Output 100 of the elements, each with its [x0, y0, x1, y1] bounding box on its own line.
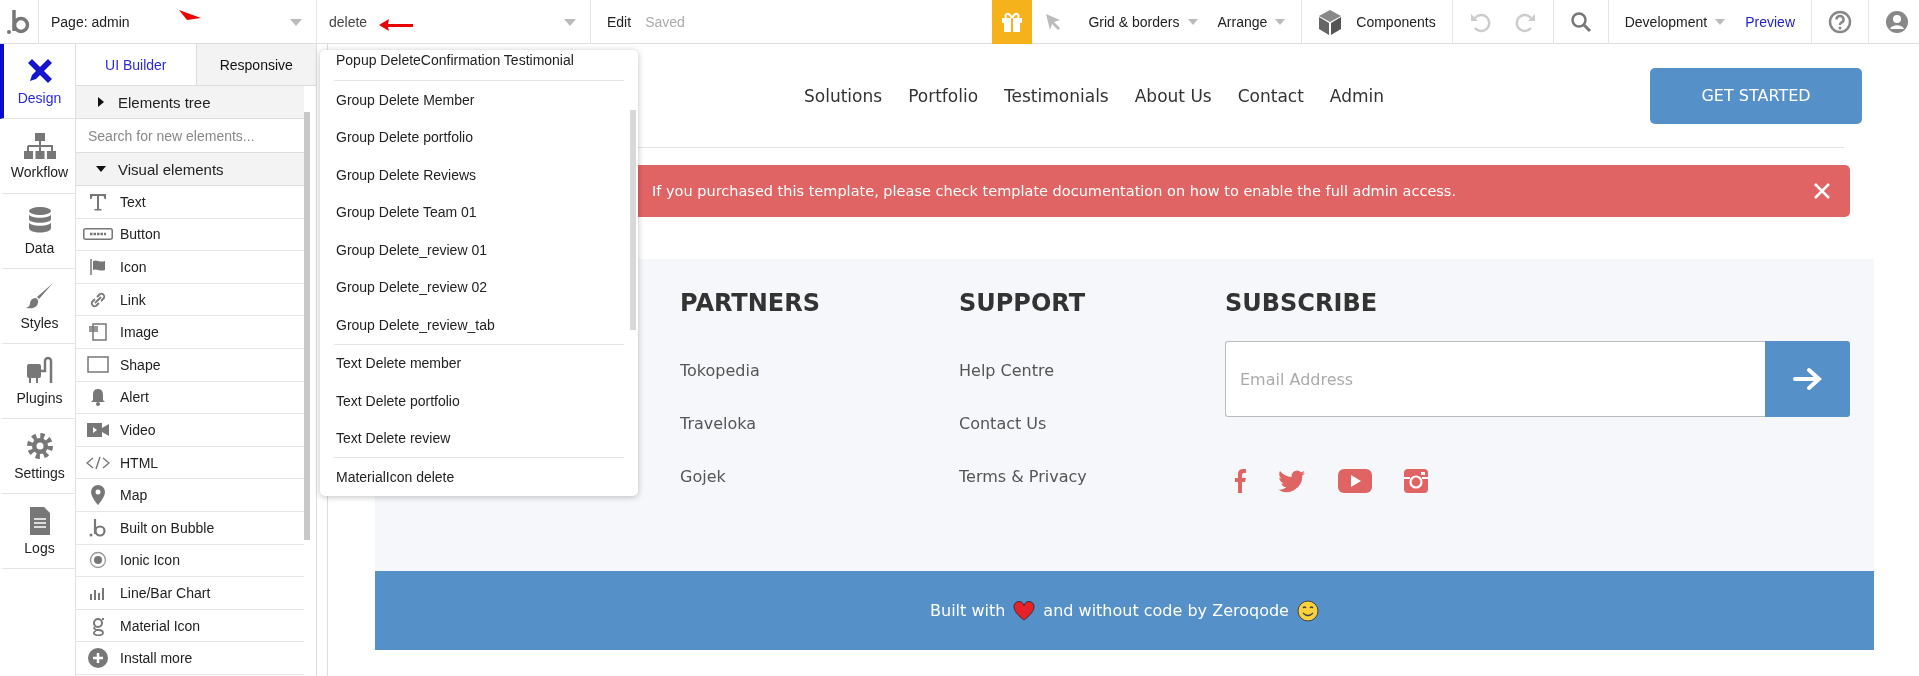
user-avatar-icon[interactable]	[1885, 9, 1909, 34]
bell-icon	[89, 388, 107, 407]
sidebar-tab[interactable]: Plugins	[0, 344, 75, 419]
mode-menu[interactable]: Development	[1614, 0, 1736, 44]
facebook-icon[interactable]	[1234, 469, 1246, 493]
email-field[interactable]: Email Address	[1225, 341, 1765, 417]
plus-circle-icon	[88, 648, 108, 669]
scrollbar-thumb[interactable]	[304, 112, 310, 540]
flag-icon	[89, 258, 107, 276]
sidebar-tab[interactable]: Styles	[0, 269, 75, 344]
caret-icon	[1187, 18, 1198, 25]
footer-link[interactable]: Help Centre	[959, 361, 1225, 414]
element-item[interactable]: Map	[76, 479, 304, 512]
element-item[interactable]: Text	[76, 186, 304, 219]
search-result-item[interactable]: Group Delete Member	[334, 81, 624, 119]
footer-heading: SUPPORT	[959, 289, 1087, 319]
credits-text: Built with	[930, 601, 1006, 620]
nav-link[interactable]: Contact	[1237, 85, 1304, 106]
bar-chart-icon	[90, 585, 106, 600]
search-result-item[interactable]: Popup DeleteConfirmation Testimonial	[334, 50, 624, 80]
search-result-item[interactable]: Group Delete_review 02	[334, 268, 624, 306]
button-icon	[83, 228, 113, 241]
element-item[interactable]: Built on Bubble	[76, 511, 304, 545]
nav-link[interactable]: Portfolio	[908, 85, 979, 106]
serif-t-icon	[89, 192, 107, 211]
element-item[interactable]: Ionic Icon	[76, 544, 304, 578]
heart-icon	[1013, 600, 1036, 621]
search-result-item[interactable]: MaterialIcon delete	[334, 458, 624, 496]
target-icon	[89, 551, 107, 570]
preview-link[interactable]: Preview	[1735, 0, 1805, 44]
cube-icon[interactable]	[1318, 8, 1343, 35]
sidebar-tab[interactable]: Data	[0, 194, 75, 269]
nav-link[interactable]: Testimonials	[1004, 85, 1109, 106]
element-item[interactable]: Icon	[76, 251, 304, 284]
annotation-arrow	[379, 18, 413, 31]
components-button[interactable]: Components	[1346, 0, 1446, 44]
save-status: Saved	[645, 13, 685, 30]
submit-button[interactable]	[1765, 341, 1850, 417]
play-button-icon[interactable]	[1338, 469, 1372, 493]
search-result-item[interactable]: Text Delete review	[334, 419, 624, 457]
map-pin-icon	[91, 485, 105, 506]
sidebar-tab[interactable]: Settings	[0, 419, 75, 494]
footer-link[interactable]: Traveloka	[680, 414, 959, 467]
search-result-item[interactable]: Group Delete Team 01	[334, 193, 624, 231]
search-result-item[interactable]: Group Delete Reviews	[334, 156, 624, 194]
element-search-dropdown[interactable]: delete	[316, 0, 590, 44]
nav-link[interactable]: Admin	[1329, 85, 1384, 106]
footer-link[interactable]: Gojek	[680, 467, 959, 520]
disclosure-icon	[96, 97, 106, 107]
camera-icon[interactable]	[1404, 469, 1428, 493]
grid-borders-menu[interactable]: Grid & borders	[1078, 0, 1208, 44]
search-result-item[interactable]: Text Delete member	[334, 344, 624, 382]
serif-g-icon	[91, 615, 105, 636]
search-result-item[interactable]: Group Delete_review_tab	[334, 306, 624, 344]
search-icon[interactable]	[1569, 10, 1592, 33]
footer-link[interactable]: Terms & Privacy	[959, 467, 1225, 520]
bird-icon[interactable]	[1278, 469, 1306, 493]
sidebar-tab[interactable]: Logs	[0, 494, 75, 569]
hierarchy-icon	[22, 132, 57, 160]
panel-tab[interactable]: Responsive	[195, 44, 316, 85]
paintbrush-icon	[24, 281, 55, 311]
element-item[interactable]: Material Icon	[76, 609, 304, 643]
caret-icon	[564, 18, 576, 26]
rectangle-icon	[87, 356, 109, 374]
caret-icon	[290, 18, 302, 26]
search-result-item[interactable]: Group Delete_review 01	[334, 231, 624, 269]
search-result-item[interactable]: Text Delete portfolio	[334, 382, 624, 420]
bubble-logo-icon	[89, 517, 107, 538]
help-icon[interactable]	[1828, 9, 1852, 34]
chain-link-icon	[89, 290, 107, 309]
plug-icon	[24, 356, 55, 386]
gift-button[interactable]	[992, 0, 1033, 44]
caret-icon	[1715, 18, 1726, 25]
alert-message: If you purchased this template, please check template documentation on how to enable the full admin access.	[652, 183, 1457, 199]
footer-link[interactable]: Tokopedia	[680, 361, 959, 414]
element-item[interactable]: Shape	[76, 348, 304, 382]
nav-link[interactable]: Solutions	[804, 85, 883, 106]
element-item[interactable]: Video	[76, 414, 304, 447]
element-item[interactable]: Alert	[76, 381, 304, 415]
video-camera-icon	[87, 421, 109, 438]
smiley-icon	[1296, 599, 1319, 622]
element-item[interactable]: Image	[76, 316, 304, 349]
section-header[interactable]: Visual elements	[76, 153, 304, 186]
footer-link[interactable]: Contact Us	[959, 414, 1225, 467]
page-dropdown[interactable]: Page: admin	[38, 0, 316, 44]
element-item[interactable]: Install more	[76, 642, 304, 675]
nav-link[interactable]: About Us	[1134, 85, 1212, 106]
close-icon[interactable]	[1814, 183, 1830, 199]
edit-button[interactable]: Edit	[590, 0, 642, 44]
scrollbar-thumb[interactable]	[630, 110, 636, 330]
footer-heading: SUBSCRIBE	[1225, 289, 1379, 319]
annotation-arrow	[179, 8, 201, 21]
arrange-menu[interactable]: Arrange	[1207, 0, 1296, 44]
section-header[interactable]: Elements tree	[76, 86, 304, 119]
element-item[interactable]: Line/Bar Chart	[76, 577, 304, 610]
search-result-item[interactable]: Group Delete portfolio	[334, 118, 624, 156]
sidebar-tab[interactable]: Workflow	[0, 119, 75, 194]
gear-icon	[24, 431, 55, 461]
element-item[interactable]: Button	[76, 218, 304, 252]
element-item[interactable]: Link	[76, 283, 304, 317]
